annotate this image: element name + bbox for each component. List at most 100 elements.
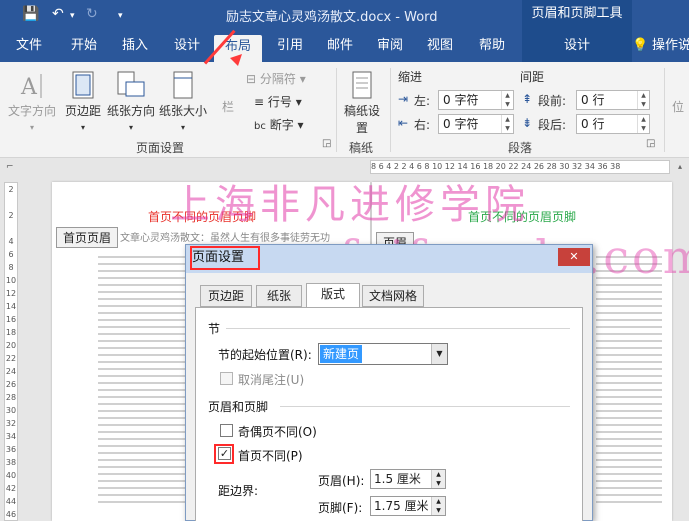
ribbon-layout: A 文字方向 ▾ 页边距 ▾ 纸张方向 ▾ 纸张大小 ▾ 栏 ⊟ 分隔符 ▾ ≡ 行号 … bbox=[0, 62, 689, 158]
line-numbers-icon: ≡ bbox=[254, 95, 265, 109]
page-setup-group-label: 页面设置 bbox=[136, 141, 185, 155]
ribbon-tab-bar: 文件 开始 插入 设计 布局 引用 邮件 审阅 视图 帮助 设计 💡 操作说 bbox=[0, 32, 689, 62]
manuscript-settings-button[interactable]: 稿纸设置 bbox=[342, 70, 382, 136]
tab-margins[interactable]: 页边距 bbox=[200, 285, 252, 307]
divider bbox=[280, 406, 570, 407]
spacing-after-label: 段后: bbox=[538, 118, 567, 132]
header-distance-input[interactable]: 1.5 厘米 ▲ ▼ bbox=[370, 469, 446, 489]
indent-right-icon: ⇤ bbox=[398, 116, 409, 130]
tab-paper[interactable]: 纸张 bbox=[256, 285, 302, 307]
ruler-tick-label: 24 bbox=[5, 367, 17, 376]
spin-arrows-icon[interactable]: ▲ ▼ bbox=[501, 91, 513, 109]
from-edge-label: 距边界: bbox=[218, 484, 259, 498]
tell-me-search[interactable]: 操作说 bbox=[652, 32, 689, 62]
indent-title: 缩进 bbox=[398, 70, 423, 84]
group-separator bbox=[390, 68, 391, 152]
position-button[interactable]: 位 bbox=[672, 98, 684, 115]
dialog-body: 节 节的起始位置(R): 新建页 ▼ 取消尾注(U) 页眉和页脚 奇偶页不同(O… bbox=[195, 307, 583, 521]
footer-distance-input[interactable]: 1.75 厘米 ▲ ▼ bbox=[370, 496, 446, 516]
ruler-tick-label: 26 bbox=[5, 380, 17, 389]
tab-insert[interactable]: 插入 bbox=[112, 32, 158, 62]
tab-view[interactable]: 视图 bbox=[418, 32, 462, 62]
spin-arrows-icon[interactable]: ▲ ▼ bbox=[637, 91, 649, 109]
ruler-tick-label: 30 bbox=[5, 406, 17, 415]
size-button[interactable]: 纸张大小 ▾ bbox=[158, 70, 208, 133]
close-icon[interactable]: ✕ bbox=[558, 248, 590, 266]
manuscript-icon bbox=[352, 71, 372, 99]
annotation-arrowhead-icon bbox=[230, 54, 242, 66]
page-setup-launcher-icon[interactable]: ◲ bbox=[322, 138, 331, 149]
ruler-tick-label bbox=[5, 196, 17, 209]
first-page-header-tag: 首页页眉 bbox=[56, 227, 119, 248]
spin-arrows-icon[interactable]: ▲ ▼ bbox=[431, 497, 445, 515]
line-numbers-button[interactable]: ≡ 行号 ▾ bbox=[254, 93, 302, 110]
group-separator bbox=[664, 68, 665, 152]
tab-selector-icon[interactable]: ⌐ bbox=[6, 162, 14, 172]
indent-left-input[interactable]: 0 字符 ▲ ▼ bbox=[438, 90, 514, 110]
redo-icon[interactable]: ↻ bbox=[86, 6, 98, 22]
indent-left-icon: ⇥ bbox=[398, 92, 409, 106]
columns-button[interactable]: 栏 bbox=[216, 98, 240, 115]
odd-even-label: 奇偶页不同(O) bbox=[238, 425, 317, 439]
body-text-block bbox=[596, 256, 662, 508]
title-bar: 💾 ↶ ▾ ↻ ▾ 励志文章心灵鸡汤散文.docx - Word 页眉和页脚工具 bbox=[0, 0, 689, 32]
margins-button[interactable]: 页边距 ▾ bbox=[62, 70, 104, 133]
spin-arrows-icon[interactable]: ▲ ▼ bbox=[501, 115, 513, 133]
save-icon[interactable]: 💾 bbox=[22, 6, 39, 22]
ruler-toggle-icon[interactable]: ▴ bbox=[678, 162, 682, 171]
indent-right-input[interactable]: 0 字符 ▲ ▼ bbox=[438, 114, 514, 134]
margins-icon bbox=[72, 71, 94, 99]
orientation-icon bbox=[117, 71, 145, 97]
tab-review[interactable]: 审阅 bbox=[368, 32, 412, 62]
ruler-tick-label bbox=[5, 222, 17, 235]
tab-help[interactable]: 帮助 bbox=[470, 32, 514, 62]
ruler-tick-label: 4 bbox=[8, 237, 14, 246]
chevron-down-icon[interactable]: ▼ bbox=[431, 344, 447, 364]
paper-size-icon bbox=[173, 71, 193, 99]
lightbulb-icon: 💡 bbox=[632, 38, 649, 53]
tab-header-footer-design[interactable]: 设计 bbox=[522, 32, 632, 62]
tab-mailings[interactable]: 邮件 bbox=[318, 32, 362, 62]
orientation-button[interactable]: 纸张方向 ▾ bbox=[106, 70, 156, 133]
hyphenation-button[interactable]: bc 断字 ▾ bbox=[254, 116, 304, 133]
first-page-checkbox[interactable]: ✓ bbox=[218, 447, 231, 460]
tab-document-grid[interactable]: 文档网格 bbox=[362, 285, 424, 307]
ruler-tick-label: 44 bbox=[5, 497, 17, 506]
group-separator bbox=[336, 68, 337, 152]
tab-file[interactable]: 文件 bbox=[6, 32, 52, 62]
odd-even-checkbox[interactable] bbox=[220, 424, 233, 437]
text-direction-button[interactable]: A 文字方向 ▾ bbox=[6, 70, 58, 133]
tab-design[interactable]: 设计 bbox=[164, 32, 210, 62]
undo-dropdown-icon[interactable]: ▾ bbox=[70, 11, 75, 21]
customize-quick-access-icon[interactable]: ▾ bbox=[118, 11, 123, 21]
breaks-icon: ⊟ bbox=[246, 72, 257, 86]
indent-right-label: 右: bbox=[414, 118, 431, 132]
vertical-ruler[interactable]: 2 2 4 6 8 10 12 14 16 18 20 22 24 26 28 30 32 34 36 38 40 42 4… bbox=[4, 182, 18, 521]
spin-arrows-icon[interactable]: ▲ ▼ bbox=[637, 115, 649, 133]
tab-home[interactable]: 开始 bbox=[60, 32, 108, 62]
spacing-after-input[interactable]: 0 行 ▲ ▼ bbox=[576, 114, 650, 134]
ruler-tick-label: 34 bbox=[5, 432, 17, 441]
spin-arrows-icon[interactable]: ▲ ▼ bbox=[431, 470, 445, 488]
paragraph-launcher-icon[interactable]: ◲ bbox=[646, 138, 655, 149]
spacing-after-icon: ⇟ bbox=[522, 116, 533, 130]
undo-icon[interactable]: ↶ bbox=[52, 6, 64, 22]
tab-layout-dialog[interactable]: 版式 bbox=[306, 283, 360, 308]
page-setup-dialog[interactable]: 页面设置 ✕ 页边距 纸张 版式 文档网格 节 节的起始位置(R): 新建页 ▼… bbox=[185, 244, 593, 521]
breaks-button[interactable]: ⊟ 分隔符 ▾ bbox=[246, 70, 306, 87]
section-start-select[interactable]: 新建页 ▼ bbox=[318, 343, 448, 365]
ruler-tick-label: 32 bbox=[5, 419, 17, 428]
body-text-block bbox=[98, 256, 198, 508]
section-heading: 节 bbox=[208, 322, 221, 336]
spacing-before-input[interactable]: 0 行 ▲ ▼ bbox=[576, 90, 650, 110]
tab-references[interactable]: 引用 bbox=[268, 32, 312, 62]
ruler-tick-label: 38 bbox=[5, 458, 17, 467]
ruler-tick-label: 2 bbox=[8, 185, 14, 194]
spacing-before-label: 段前: bbox=[538, 94, 567, 108]
header-footer-tools-label: 页眉和页脚工具 bbox=[522, 0, 632, 32]
ruler-tick-label: 28 bbox=[5, 393, 17, 402]
ruler-tick-label: 40 bbox=[5, 471, 17, 480]
ruler-tick-label: 10 bbox=[5, 276, 17, 285]
suppress-endnotes-checkbox[interactable] bbox=[220, 372, 233, 385]
ruler-tick-label: 12 bbox=[5, 289, 17, 298]
